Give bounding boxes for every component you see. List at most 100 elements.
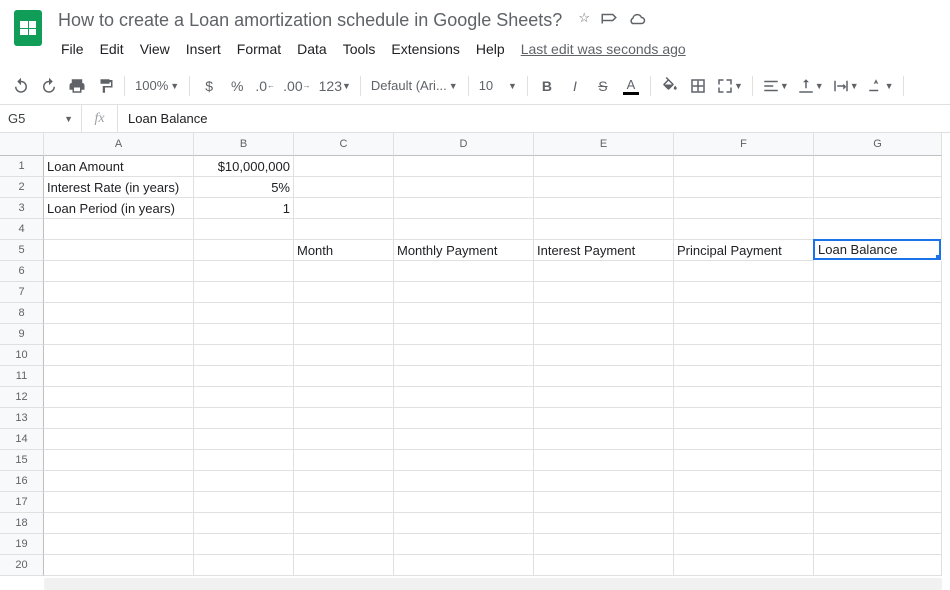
menu-edit[interactable]: Edit bbox=[93, 37, 131, 61]
cell-G13[interactable] bbox=[814, 408, 942, 429]
menu-tools[interactable]: Tools bbox=[336, 37, 383, 61]
column-header-G[interactable]: G bbox=[814, 133, 942, 156]
cell-E15[interactable] bbox=[534, 450, 674, 471]
cell-F18[interactable] bbox=[674, 513, 814, 534]
cell-C16[interactable] bbox=[294, 471, 394, 492]
more-formats-dropdown[interactable]: 123▼ bbox=[316, 73, 354, 99]
cell-B2[interactable]: 5% bbox=[194, 177, 294, 198]
cell-C3[interactable] bbox=[294, 198, 394, 219]
cell-F14[interactable] bbox=[674, 429, 814, 450]
cell-F10[interactable] bbox=[674, 345, 814, 366]
text-wrap-button[interactable]: ▼ bbox=[829, 73, 862, 99]
column-header-D[interactable]: D bbox=[394, 133, 534, 156]
cell-E13[interactable] bbox=[534, 408, 674, 429]
cell-C6[interactable] bbox=[294, 261, 394, 282]
cell-E16[interactable] bbox=[534, 471, 674, 492]
cell-F12[interactable] bbox=[674, 387, 814, 408]
cell-C19[interactable] bbox=[294, 534, 394, 555]
cell-E6[interactable] bbox=[534, 261, 674, 282]
cell-B19[interactable] bbox=[194, 534, 294, 555]
print-button[interactable] bbox=[64, 73, 90, 99]
cell-C20[interactable] bbox=[294, 555, 394, 576]
cell-A8[interactable] bbox=[44, 303, 194, 324]
paint-format-button[interactable] bbox=[92, 73, 118, 99]
borders-button[interactable] bbox=[685, 73, 711, 99]
zoom-dropdown[interactable]: 100% ▼ bbox=[131, 78, 183, 93]
cell-G14[interactable] bbox=[814, 429, 942, 450]
select-all-corner[interactable] bbox=[0, 133, 44, 156]
row-header-20[interactable]: 20 bbox=[0, 555, 44, 576]
cell-E12[interactable] bbox=[534, 387, 674, 408]
row-header-11[interactable]: 11 bbox=[0, 366, 44, 387]
row-header-12[interactable]: 12 bbox=[0, 387, 44, 408]
row-header-18[interactable]: 18 bbox=[0, 513, 44, 534]
row-header-14[interactable]: 14 bbox=[0, 429, 44, 450]
merge-cells-button[interactable]: ▼ bbox=[713, 73, 746, 99]
cell-F1[interactable] bbox=[674, 156, 814, 177]
cell-A9[interactable] bbox=[44, 324, 194, 345]
name-box[interactable]: G5▼ bbox=[0, 105, 82, 132]
cell-B20[interactable] bbox=[194, 555, 294, 576]
row-header-16[interactable]: 16 bbox=[0, 471, 44, 492]
row-header-6[interactable]: 6 bbox=[0, 261, 44, 282]
cell-G20[interactable] bbox=[814, 555, 942, 576]
cell-D7[interactable] bbox=[394, 282, 534, 303]
cell-A14[interactable] bbox=[44, 429, 194, 450]
cell-G9[interactable] bbox=[814, 324, 942, 345]
cell-D12[interactable] bbox=[394, 387, 534, 408]
cell-F3[interactable] bbox=[674, 198, 814, 219]
row-header-13[interactable]: 13 bbox=[0, 408, 44, 429]
cell-E11[interactable] bbox=[534, 366, 674, 387]
cell-G16[interactable] bbox=[814, 471, 942, 492]
cell-A19[interactable] bbox=[44, 534, 194, 555]
cell-C9[interactable] bbox=[294, 324, 394, 345]
cell-B6[interactable] bbox=[194, 261, 294, 282]
column-header-E[interactable]: E bbox=[534, 133, 674, 156]
cell-D15[interactable] bbox=[394, 450, 534, 471]
cell-D13[interactable] bbox=[394, 408, 534, 429]
cell-G10[interactable] bbox=[814, 345, 942, 366]
cell-B18[interactable] bbox=[194, 513, 294, 534]
cell-F2[interactable] bbox=[674, 177, 814, 198]
row-header-3[interactable]: 3 bbox=[0, 198, 44, 219]
cell-F4[interactable] bbox=[674, 219, 814, 240]
italic-button[interactable]: I bbox=[562, 73, 588, 99]
cell-E14[interactable] bbox=[534, 429, 674, 450]
cell-D10[interactable] bbox=[394, 345, 534, 366]
cell-F20[interactable] bbox=[674, 555, 814, 576]
column-header-A[interactable]: A bbox=[44, 133, 194, 156]
cell-A4[interactable] bbox=[44, 219, 194, 240]
cell-B1[interactable]: $10,000,000 bbox=[194, 156, 294, 177]
cell-B8[interactable] bbox=[194, 303, 294, 324]
cell-D11[interactable] bbox=[394, 366, 534, 387]
cell-C8[interactable] bbox=[294, 303, 394, 324]
cell-B15[interactable] bbox=[194, 450, 294, 471]
cell-C17[interactable] bbox=[294, 492, 394, 513]
cell-G4[interactable] bbox=[814, 219, 942, 240]
menu-help[interactable]: Help bbox=[469, 37, 512, 61]
formula-bar[interactable]: Loan Balance bbox=[118, 111, 950, 126]
cell-D2[interactable] bbox=[394, 177, 534, 198]
cell-A3[interactable]: Loan Period (in years) bbox=[44, 198, 194, 219]
cell-D3[interactable] bbox=[394, 198, 534, 219]
cell-G8[interactable] bbox=[814, 303, 942, 324]
cell-C4[interactable] bbox=[294, 219, 394, 240]
cell-C10[interactable] bbox=[294, 345, 394, 366]
cell-G6[interactable] bbox=[814, 261, 942, 282]
percent-button[interactable]: % bbox=[224, 73, 250, 99]
move-icon[interactable] bbox=[600, 10, 618, 31]
bold-button[interactable]: B bbox=[534, 73, 560, 99]
column-header-C[interactable]: C bbox=[294, 133, 394, 156]
cell-D8[interactable] bbox=[394, 303, 534, 324]
cell-D4[interactable] bbox=[394, 219, 534, 240]
column-header-B[interactable]: B bbox=[194, 133, 294, 156]
cell-C7[interactable] bbox=[294, 282, 394, 303]
cell-G11[interactable] bbox=[814, 366, 942, 387]
undo-button[interactable] bbox=[8, 73, 34, 99]
cell-E10[interactable] bbox=[534, 345, 674, 366]
cell-F6[interactable] bbox=[674, 261, 814, 282]
cell-G7[interactable] bbox=[814, 282, 942, 303]
cell-G5[interactable]: Loan Balance bbox=[813, 239, 941, 260]
cell-C15[interactable] bbox=[294, 450, 394, 471]
cell-D18[interactable] bbox=[394, 513, 534, 534]
